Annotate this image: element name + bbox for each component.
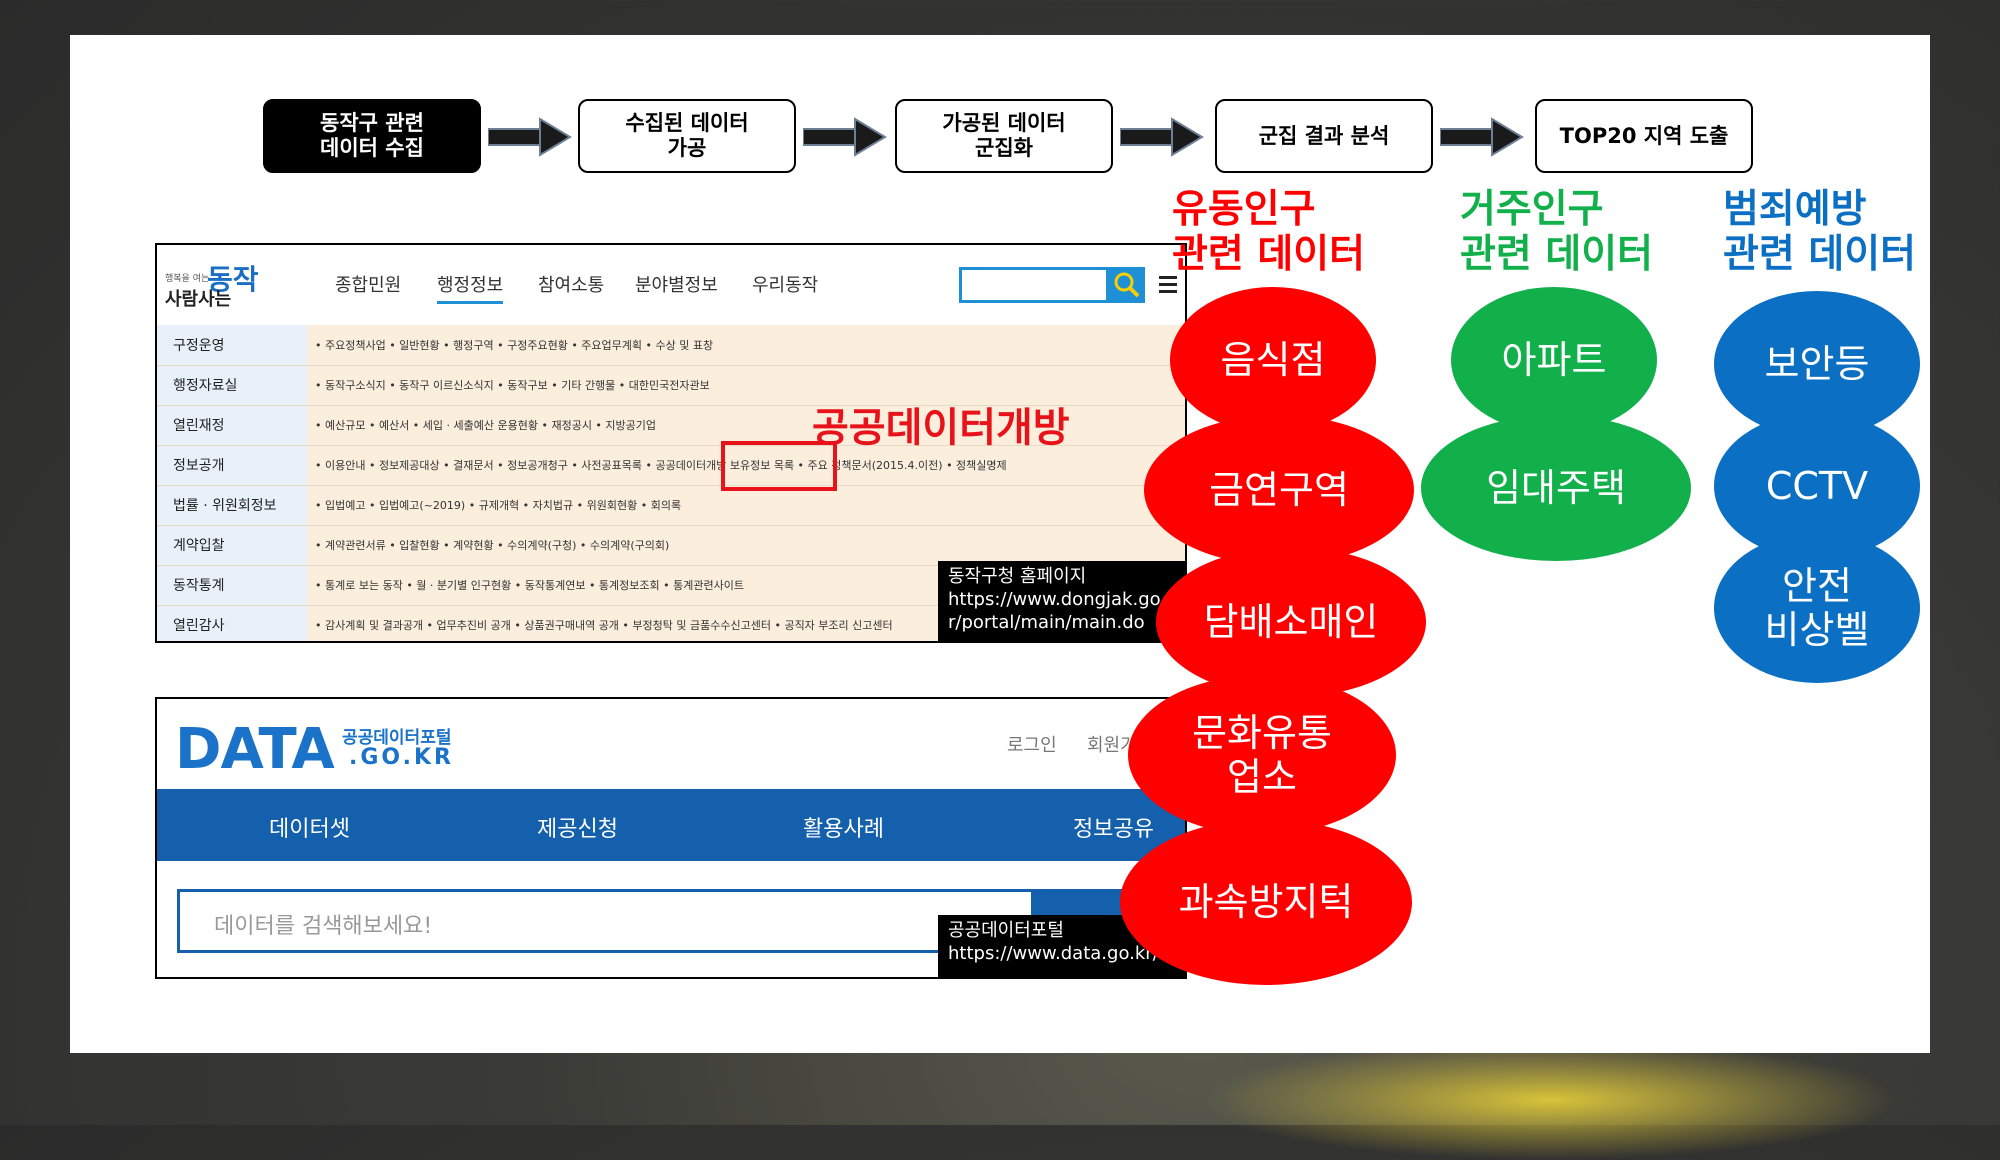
site-header: 행복을 여는 동작 사람사는 종합민원 행정정보 참여소통 분야별정보 우리동작	[157, 245, 1185, 325]
flow-step-process: 수집된 데이터 가공	[578, 99, 796, 173]
highlight-label: 공공데이터개방	[812, 405, 1070, 451]
dongjak-homepage-screenshot: 행복을 여는 동작 사람사는 종합민원 행정정보 참여소통 분야별정보 우리동작	[155, 243, 1187, 643]
menu-row-label[interactable]: 열린재정	[173, 415, 225, 435]
nav-item[interactable]: 참여소통	[538, 271, 604, 297]
floating-population-title: 유동인구 관련 데이터	[1172, 187, 1365, 277]
category-item-apartment: 아파트	[1451, 287, 1657, 433]
search-button[interactable]	[1109, 267, 1145, 303]
slide: 동작구 관련 데이터 수집 수집된 데이터 가공 가공된 데이터 군집화 군집 …	[70, 35, 1930, 1053]
search-input[interactable]	[959, 267, 1109, 303]
svg-text:사람사는: 사람사는	[165, 289, 231, 310]
svg-text:행복을 여는: 행복을 여는	[165, 272, 209, 284]
data-portal-logo: DATA	[175, 717, 335, 782]
menu-row-label[interactable]: 행정자료실	[173, 375, 237, 395]
category-item-emergency-bell: 안전 비상벨	[1714, 533, 1920, 683]
menu-row-items[interactable]: • 예산규모 • 예산서 • 세입 · 세출예산 운용현황 • 재정공시 • 지…	[315, 417, 656, 433]
highlight-box	[721, 441, 837, 491]
nav-item[interactable]: 제공신청	[537, 811, 618, 843]
menu-row-items[interactable]: • 주요정책사업 • 일반현황 • 행정구역 • 구정주요현황 • 주요업무계획…	[315, 337, 713, 353]
crime-prevention-title: 범죄예방 관련 데이터	[1723, 187, 1916, 277]
menu-row-items[interactable]: • 이용안내 • 정보제공대상 • 결재문서 • 정보공개청구 • 사전공표목록…	[315, 457, 1007, 473]
nav-item[interactable]: 분야별정보	[635, 271, 718, 297]
menu-row-items[interactable]: • 통계로 보는 동작 • 월 · 분기별 인구현황 • 동작통계연보 • 통계…	[315, 577, 744, 593]
category-item-culture-business: 문화유통 업소	[1128, 675, 1396, 835]
flow-step-collect: 동작구 관련 데이터 수집	[263, 99, 481, 173]
menu-row-label[interactable]: 열린감사	[173, 615, 225, 635]
data-portal-screenshot: DATA 공공데이터포털 .GO.KR 로그인 회원가입 데이터셋 제공신청 활…	[155, 697, 1187, 979]
category-item-no-smoking-zone: 금연구역	[1144, 415, 1414, 565]
search-placeholder: 데이터를 검색해보세요!	[214, 914, 433, 939]
site-caption: 동작구청 홈페이지 https://www.dongjak.go.k r/por…	[938, 561, 1185, 641]
nav-item[interactable]: 종합민원	[335, 271, 401, 297]
arrow-icon	[1440, 117, 1524, 157]
menu-row-items[interactable]: • 계약관련서류 • 입찰현황 • 계약현황 • 수의계약(구청) • 수의계약…	[315, 537, 669, 553]
menu-row-items[interactable]: • 동작구소식지 • 동작구 이르신소식지 • 동작구보 • 기타 간행물 • …	[315, 377, 710, 393]
flow-step-top20: TOP20 지역 도출	[1535, 99, 1753, 173]
flow-step-cluster: 가공된 데이터 군집화	[895, 99, 1113, 173]
login-link[interactable]: 로그인	[1007, 731, 1057, 757]
nav-item[interactable]: 정보공유	[1073, 811, 1154, 843]
resident-population-title: 거주인구 관련 데이터	[1460, 187, 1653, 277]
category-item-rental-housing: 임대주택	[1421, 415, 1691, 561]
data-portal-nav: 데이터셋 제공신청 활용사례 정보공유	[157, 789, 1185, 861]
menu-row: 구정운영 • 주요정책사업 • 일반현황 • 행정구역 • 구정주요현황 • 주…	[157, 325, 1185, 366]
menu-row-label[interactable]: 동작통계	[173, 575, 225, 595]
menu-row-label[interactable]: 정보공개	[173, 455, 225, 475]
category-item-restaurant: 음식점	[1170, 287, 1376, 433]
menu-row-items[interactable]: • 감사계획 및 결과공개 • 업무추진비 공개 • 상품권구매내역 공개 • …	[315, 617, 893, 633]
flow-step-analyze: 군집 결과 분석	[1215, 99, 1433, 173]
nav-item[interactable]: 활용사례	[803, 811, 884, 843]
data-portal-logo-domain: .GO.KR	[349, 745, 454, 770]
nav-item[interactable]: 우리동작	[752, 271, 818, 297]
menu-row-label[interactable]: 계약입찰	[173, 535, 225, 555]
menu-row: 계약입찰 • 계약관련서류 • 입찰현황 • 계약현황 • 수의계약(구청) •…	[157, 525, 1185, 566]
category-item-tobacco-retailer: 담배소매인	[1156, 547, 1426, 697]
arrow-icon	[803, 117, 887, 157]
nav-item[interactable]: 데이터셋	[269, 811, 350, 843]
category-item-speed-bump: 과속방지턱	[1120, 819, 1412, 985]
arrow-icon	[1120, 117, 1204, 157]
menu-row-label[interactable]: 구정운영	[173, 335, 225, 355]
menu-row: 법률 · 위원회정보 • 입법예고 • 입법예고(~2019) • 규제개혁 •…	[157, 485, 1185, 526]
data-search-input[interactable]: 데이터를 검색해보세요!	[177, 889, 1034, 953]
background-glow	[1200, 1040, 1900, 1160]
nav-item[interactable]: 행정정보	[437, 271, 504, 304]
search-icon	[1114, 272, 1140, 298]
dongjak-logo-icon: 행복을 여는 동작 사람사는	[165, 263, 259, 310]
arrow-icon	[488, 117, 572, 157]
menu-row-label[interactable]: 법률 · 위원회정보	[173, 495, 277, 515]
menu-row-items[interactable]: • 입법예고 • 입법예고(~2019) • 규제개혁 • 자치법규 • 위원회…	[315, 497, 681, 513]
